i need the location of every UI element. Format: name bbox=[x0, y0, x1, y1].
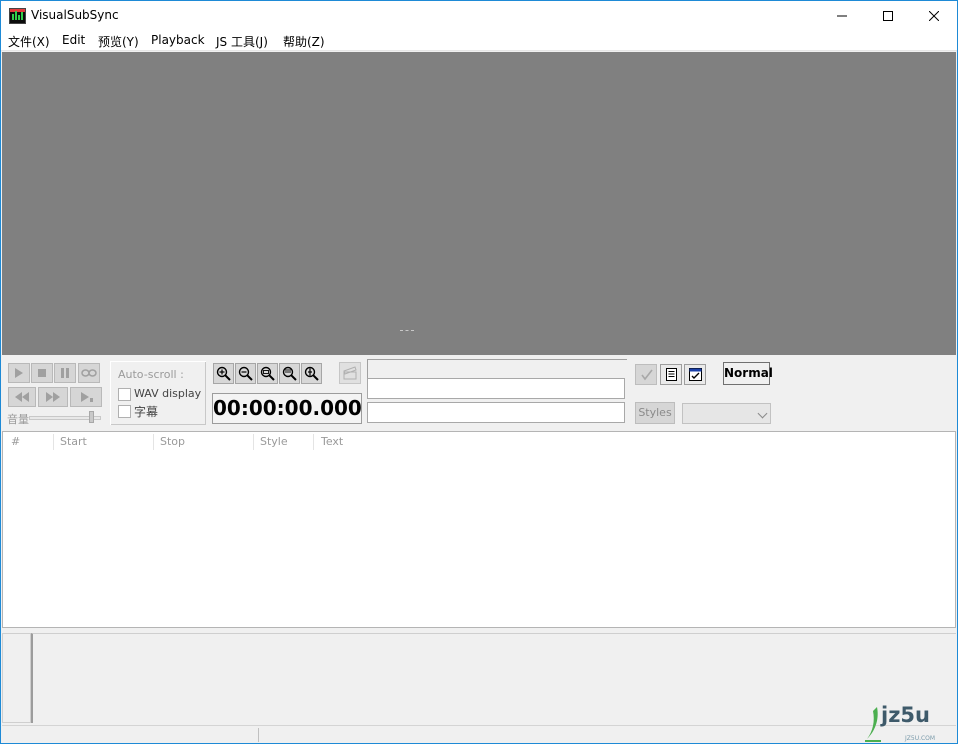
status-bar bbox=[2, 725, 956, 743]
controls-panel: 音量 Auto-scroll : WAV display 字幕 00:00:00… bbox=[2, 355, 956, 431]
video-center-mark bbox=[400, 330, 414, 331]
check-button[interactable] bbox=[635, 364, 657, 385]
subtitles-label: 字幕 bbox=[134, 405, 159, 419]
zoom-all-icon bbox=[282, 366, 297, 381]
stop-icon bbox=[38, 369, 46, 377]
menu-js-tools[interactable]: JS 工具(J) bbox=[216, 33, 268, 50]
menu-file[interactable]: 文件(X) bbox=[8, 33, 50, 50]
column-separator[interactable] bbox=[313, 434, 314, 450]
volume-label: 音量 bbox=[7, 413, 29, 426]
clapperboard-icon bbox=[343, 366, 357, 380]
video-preview-area[interactable] bbox=[2, 52, 956, 355]
loop-icon bbox=[81, 369, 97, 377]
play-to-end-button[interactable] bbox=[70, 387, 102, 407]
volume-slider-thumb[interactable] bbox=[88, 411, 94, 423]
watermark-subtext: JZ5U.COM bbox=[905, 735, 936, 742]
close-icon bbox=[929, 11, 939, 21]
minimize-icon bbox=[837, 15, 847, 17]
status-separator bbox=[258, 728, 259, 742]
zoom-selection-button[interactable] bbox=[257, 363, 278, 384]
column-separator[interactable] bbox=[153, 434, 154, 450]
pause-icon bbox=[61, 368, 69, 378]
stop-button[interactable] bbox=[31, 363, 53, 383]
fast-forward-button[interactable] bbox=[38, 387, 68, 407]
chevron-down-icon bbox=[757, 408, 768, 419]
column-separator[interactable] bbox=[253, 434, 254, 450]
pause-button[interactable] bbox=[54, 363, 76, 383]
zoom-vertical-icon bbox=[304, 366, 319, 381]
menu-help[interactable]: 帮助(Z) bbox=[283, 33, 325, 50]
timecode-display: 00:00:00.000 bbox=[212, 393, 362, 424]
play-icon bbox=[15, 368, 23, 378]
menu-bar: 文件(X) Edit 预览(Y) Playback JS 工具(J) 帮助(Z) bbox=[1, 31, 957, 51]
zoom-all-button[interactable] bbox=[279, 363, 300, 384]
subtitle-edit-frame bbox=[367, 359, 627, 379]
subtitles-checkbox[interactable] bbox=[118, 405, 131, 418]
zoom-out-button[interactable] bbox=[235, 363, 256, 384]
rewind-button[interactable] bbox=[8, 387, 36, 407]
checklist-icon bbox=[689, 368, 702, 381]
watermark-logo: jz5u JZ5U.COM bbox=[863, 703, 943, 743]
maximize-button[interactable] bbox=[865, 1, 911, 31]
zoom-in-icon bbox=[216, 366, 231, 381]
rewind-icon bbox=[15, 392, 29, 402]
play-button[interactable] bbox=[8, 363, 30, 383]
zoom-vertical-button[interactable] bbox=[301, 363, 322, 384]
menu-preview[interactable]: 预览(Y) bbox=[98, 33, 139, 50]
wav-display-label: WAV display bbox=[134, 387, 202, 400]
autoscroll-label: Auto-scroll : bbox=[118, 368, 184, 381]
column-header-number[interactable]: # bbox=[11, 435, 20, 448]
subtitle-text-field-bottom[interactable] bbox=[367, 402, 625, 423]
zoom-in-button[interactable] bbox=[213, 363, 234, 384]
menu-edit[interactable]: Edit bbox=[62, 33, 85, 47]
column-header-text[interactable]: Text bbox=[321, 435, 343, 448]
checklist-button[interactable] bbox=[684, 364, 706, 385]
maximize-icon bbox=[883, 11, 893, 21]
subtitle-list[interactable]: # Start Stop Style Text bbox=[2, 431, 956, 628]
column-header-style[interactable]: Style bbox=[260, 435, 288, 448]
document-icon bbox=[666, 368, 677, 381]
wav-display-checkbox[interactable] bbox=[118, 388, 131, 401]
style-select[interactable] bbox=[682, 403, 771, 424]
app-waveform-icon bbox=[9, 8, 26, 24]
checkmark-icon bbox=[641, 369, 653, 381]
close-button[interactable] bbox=[911, 1, 957, 31]
title-bar: VisualSubSync bbox=[1, 1, 957, 31]
autoscroll-group: Auto-scroll : WAV display 字幕 bbox=[110, 361, 206, 425]
normal-mode-button[interactable]: Normal bbox=[723, 362, 773, 385]
subtitle-text-field-top[interactable] bbox=[367, 378, 625, 399]
zoom-selection-icon bbox=[260, 366, 275, 381]
menu-playback[interactable]: Playback bbox=[151, 33, 205, 47]
app-window: VisualSubSync 文件(X) Edit 预览(Y) Playback … bbox=[0, 0, 958, 744]
column-header-stop[interactable]: Stop bbox=[160, 435, 185, 448]
column-header-start[interactable]: Start bbox=[60, 435, 87, 448]
document-button[interactable] bbox=[660, 364, 682, 385]
bottom-editor-panel[interactable] bbox=[31, 633, 956, 723]
window-title: VisualSubSync bbox=[31, 8, 119, 22]
minimize-button[interactable] bbox=[819, 1, 865, 31]
loop-button[interactable] bbox=[78, 363, 100, 383]
scene-change-button[interactable] bbox=[339, 362, 361, 384]
fast-forward-icon bbox=[46, 392, 60, 402]
play-to-end-icon bbox=[81, 392, 93, 402]
bottom-left-panel bbox=[2, 633, 31, 723]
styles-button[interactable]: Styles bbox=[635, 402, 675, 424]
watermark-text: jz5u bbox=[881, 703, 930, 727]
zoom-out-icon bbox=[238, 366, 253, 381]
column-separator[interactable] bbox=[53, 434, 54, 450]
